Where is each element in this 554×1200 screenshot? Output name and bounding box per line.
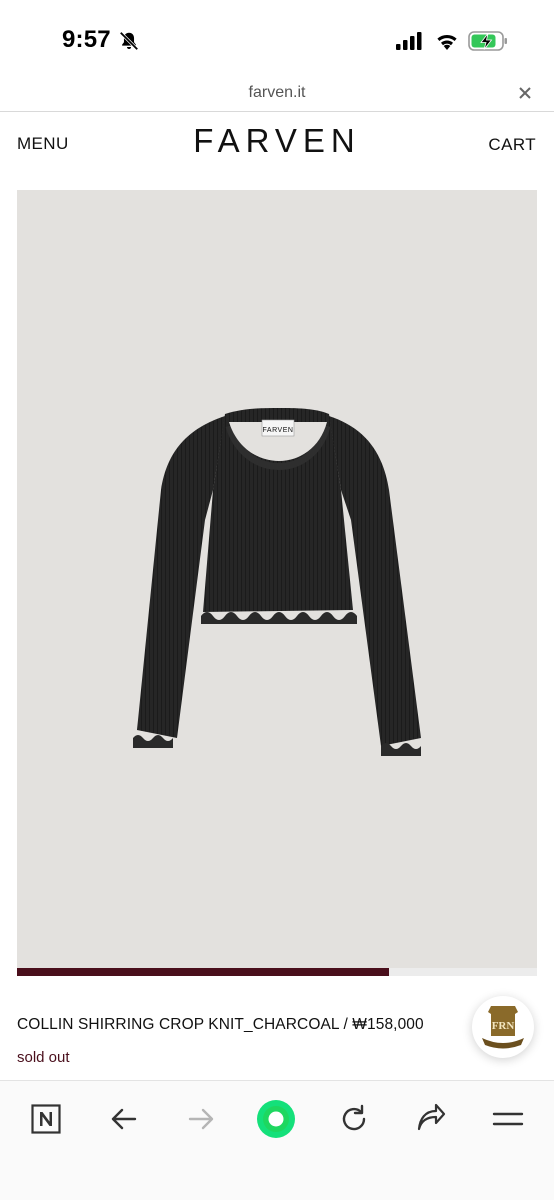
status-bar: 9:57 xyxy=(0,0,554,78)
forward-button[interactable] xyxy=(181,1099,221,1139)
svg-text:FARVEN: FARVEN xyxy=(263,427,294,434)
site-header: MENU FARVEN CART xyxy=(0,112,554,176)
share-button[interactable] xyxy=(411,1099,451,1139)
share-icon xyxy=(417,1103,446,1131)
cart-button[interactable]: CART xyxy=(488,135,536,155)
product-name-price: COLLIN SHIRRING CROP KNIT_CHARCOAL / ₩15… xyxy=(17,1016,424,1033)
brand-badge-button[interactable]: FRN xyxy=(472,996,534,1058)
green-dot-button[interactable] xyxy=(256,1099,296,1139)
back-button[interactable] xyxy=(104,1099,144,1139)
image-slider-progress-fill xyxy=(17,968,389,976)
menu-icon xyxy=(492,1112,524,1126)
forward-arrow-icon xyxy=(188,1108,214,1130)
url-bar[interactable]: farven.it xyxy=(0,78,554,112)
reload-button[interactable] xyxy=(334,1099,374,1139)
naver-home-button[interactable] xyxy=(26,1099,66,1139)
svg-text:FRN: FRN xyxy=(492,1020,515,1032)
naver-home-icon xyxy=(31,1104,61,1134)
image-slider-progress[interactable] xyxy=(17,968,537,976)
url-domain[interactable]: farven.it xyxy=(0,84,554,102)
stock-status: sold out xyxy=(17,1049,70,1066)
wifi-icon xyxy=(437,34,457,50)
crop-knit-top-image: FARVEN xyxy=(133,408,421,756)
product-image[interactable]: FARVEN xyxy=(17,190,537,968)
cellular-signal-icon xyxy=(396,32,422,50)
farven-keystone-logo-icon: FRN xyxy=(482,1006,524,1049)
green-dot-icon xyxy=(257,1100,295,1138)
close-icon[interactable] xyxy=(516,84,534,102)
browser-toolbar xyxy=(0,1080,554,1200)
reload-icon xyxy=(342,1104,366,1131)
battery-charging-icon xyxy=(468,31,507,51)
bell-slash-icon xyxy=(119,31,139,51)
site-logo[interactable]: FARVEN xyxy=(0,122,554,160)
menu-button-toolbar[interactable] xyxy=(488,1099,528,1139)
status-time: 9:57 xyxy=(62,26,111,53)
back-arrow-icon xyxy=(111,1108,137,1130)
